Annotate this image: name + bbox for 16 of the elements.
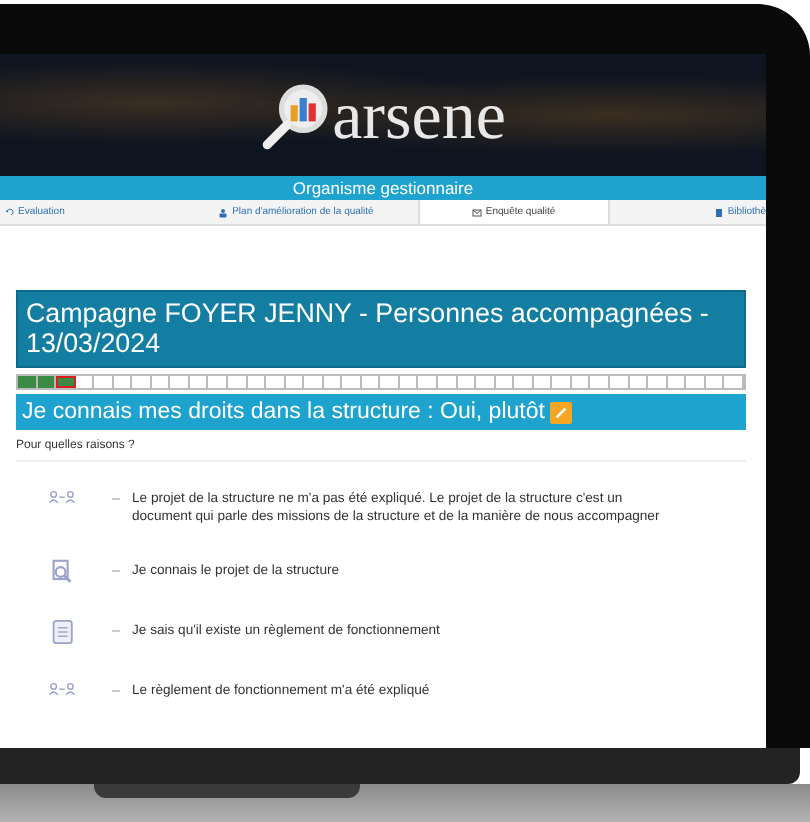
edit-icon[interactable] — [550, 401, 573, 423]
envelope-icon — [471, 207, 482, 217]
question-text: Je connais mes droits dans la structure : Oui, plutôt — [22, 400, 545, 424]
magnifier-chart-icon — [260, 79, 333, 151]
document-icon — [48, 618, 76, 646]
dash-mark — [112, 690, 120, 692]
book-icon — [713, 207, 724, 217]
dash-mark — [112, 630, 120, 632]
dash-mark — [112, 498, 120, 500]
organisation-bar: Organisme gestionnaire — [0, 176, 766, 200]
dash-mark — [112, 570, 120, 572]
undo-icon — [4, 207, 14, 217]
document-search-icon — [48, 558, 76, 586]
logo-text: arsene — [332, 83, 506, 151]
person-icon — [218, 207, 229, 217]
campaign-title: Campagne FOYER JENNY - Personnes accompagnées - 13/03/2024 — [16, 290, 746, 368]
